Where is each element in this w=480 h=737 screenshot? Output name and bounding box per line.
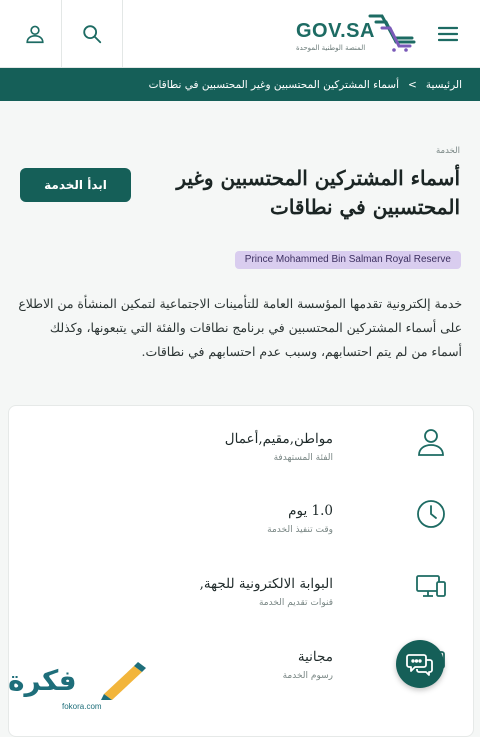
clock-icon xyxy=(417,500,445,528)
chat-icon xyxy=(406,654,433,676)
detail-value: مواطن,مقيم,أعمال xyxy=(224,431,333,447)
top-header: GOV.SA المنصة الوطنية الموحدة xyxy=(0,0,480,68)
logo-mark-icon xyxy=(368,14,416,52)
hamburger-menu-icon xyxy=(438,26,458,41)
detail-label: الفئة المستهدفة xyxy=(273,453,333,463)
section-label: الخدمة xyxy=(435,146,460,156)
detail-label: وقت تنفيذ الخدمة xyxy=(267,525,333,535)
watermark-text: فكرة xyxy=(8,664,77,697)
search-button[interactable] xyxy=(61,0,123,67)
logo-title: GOV.SA xyxy=(296,20,375,42)
detail-item: البوابة الالكترونية للجهة, قنوات تقديم ا… xyxy=(200,576,333,608)
watermark: فكرة fokora.com xyxy=(6,658,151,720)
service-description: خدمة إلكترونية تقدمها المؤسسة العامة للت… xyxy=(18,296,462,359)
breadcrumb-home-link[interactable]: الرئيسية xyxy=(426,79,462,91)
detail-item: مجانية رسوم الخدمة xyxy=(283,649,333,681)
detail-value: البوابة الالكترونية للجهة, xyxy=(199,576,333,592)
search-icon xyxy=(83,24,102,43)
breadcrumb: الرئيسية > أسماء المشتركين المحتسبين وغي… xyxy=(0,68,480,101)
user-account-button[interactable] xyxy=(5,0,65,67)
service-tag[interactable]: Prince Mohammed Bin Salman Royal Reserve xyxy=(234,251,461,269)
gov-sa-logo[interactable]: GOV.SA المنصة الوطنية الموحدة xyxy=(290,10,420,56)
detail-item: مواطن,مقيم,أعمال الفئة المستهدفة xyxy=(225,431,333,463)
user-icon xyxy=(26,25,44,43)
devices-icon xyxy=(416,575,446,597)
user-icon xyxy=(418,429,444,456)
watermark-url: fokora.com xyxy=(62,702,102,711)
logo-subtitle: المنصة الوطنية الموحدة xyxy=(296,44,366,52)
page-title: أسماء المشتركين المحتسبين وغير المحتسبين… xyxy=(176,166,460,219)
start-service-button[interactable]: ابدأ الخدمة xyxy=(20,168,131,202)
pencil-icon xyxy=(101,662,146,700)
detail-value: 1.0 يوم xyxy=(288,503,333,519)
menu-button[interactable] xyxy=(426,0,470,67)
detail-label: رسوم الخدمة xyxy=(282,671,333,681)
chat-button[interactable] xyxy=(396,640,444,688)
detail-item: 1.0 يوم وقت تنفيذ الخدمة xyxy=(267,503,333,535)
detail-value: مجانية xyxy=(297,649,333,665)
breadcrumb-separator: > xyxy=(408,78,417,91)
breadcrumb-current: أسماء المشتركين المحتسبين وغير المحتسبين… xyxy=(148,78,400,91)
detail-label: قنوات تقديم الخدمة xyxy=(258,598,333,608)
